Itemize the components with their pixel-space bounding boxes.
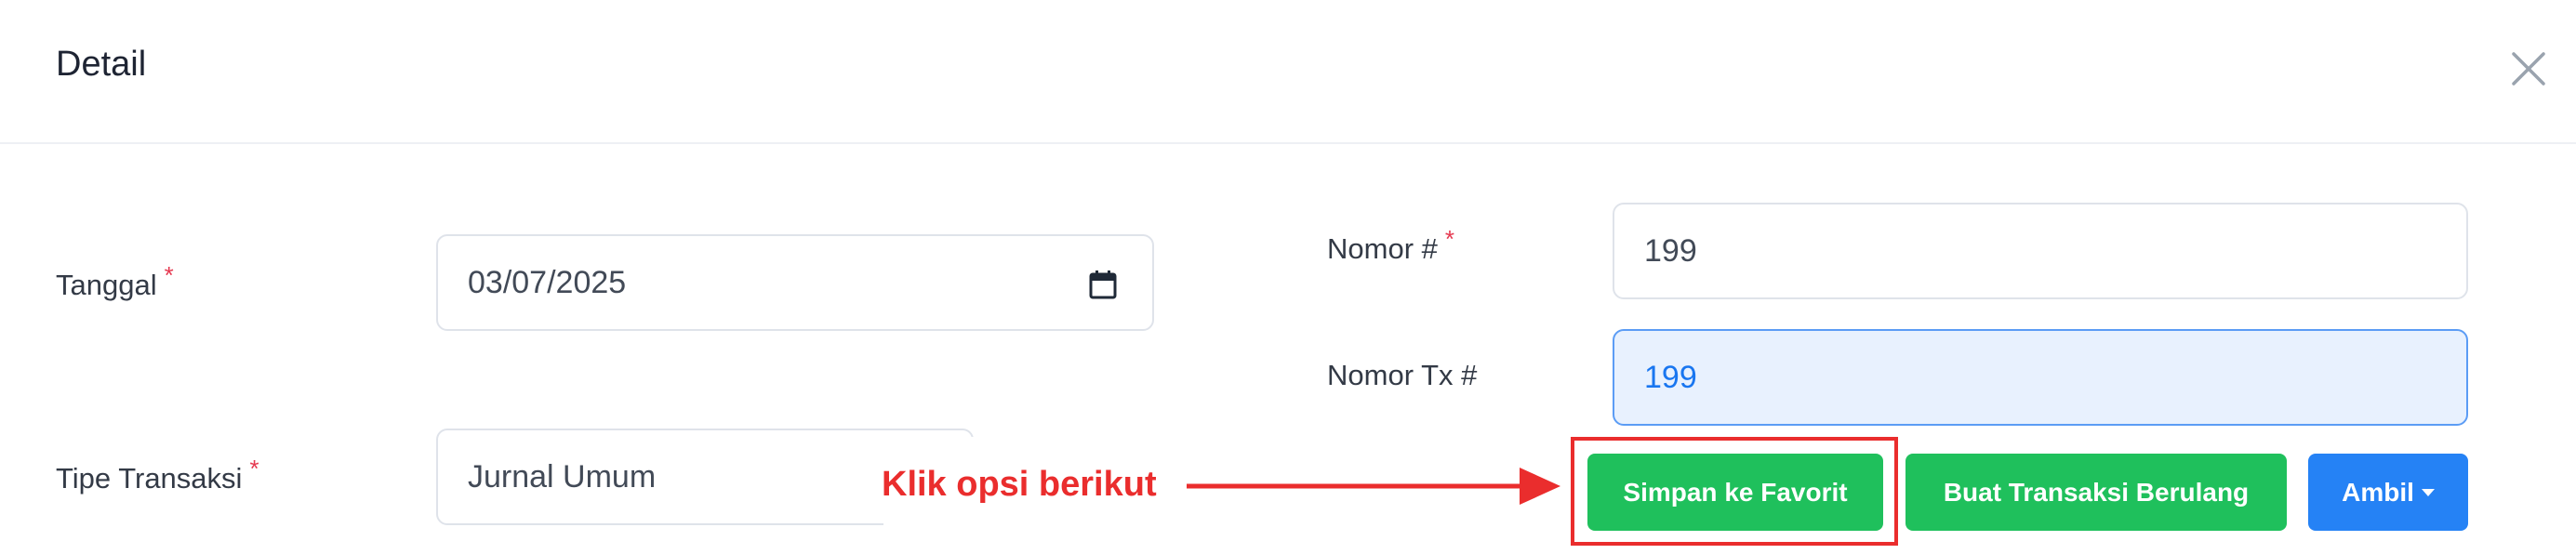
calendar-icon[interactable]: [1089, 270, 1117, 299]
nomor-tx-input[interactable]: 199: [1613, 329, 2468, 426]
required-marker: *: [164, 261, 174, 289]
save-favorite-button[interactable]: Simpan ke Favorit: [1587, 454, 1883, 531]
required-marker: *: [1444, 225, 1454, 253]
ambil-dropdown-button[interactable]: Ambil: [2308, 454, 2468, 531]
close-icon[interactable]: [2506, 46, 2551, 91]
nomor-value: 199: [1644, 232, 1697, 269]
tanggal-date-input[interactable]: 03/07/2025: [436, 234, 1154, 331]
tipe-transaksi-label: Tipe Transaksi *: [56, 455, 259, 495]
ambil-label: Ambil: [2342, 477, 2414, 507]
annotation-text: Klik opsi berikut: [882, 465, 1157, 504]
tanggal-value: 03/07/2025: [468, 264, 627, 300]
arrow-right-icon: [1187, 468, 1560, 505]
tipe-transaksi-value: Jurnal Umum: [468, 458, 657, 495]
nomor-tx-label: Nomor Tx #: [1327, 359, 1478, 391]
dialog-header: Detail: [0, 0, 2576, 144]
dialog-title: Detail: [56, 45, 147, 84]
nomor-label: Nomor # *: [1327, 225, 1454, 265]
required-marker: *: [249, 455, 259, 482]
nomor-input[interactable]: 199: [1613, 203, 2468, 299]
nomor-tx-value: 199: [1644, 359, 1697, 395]
tanggal-label: Tanggal *: [56, 261, 174, 301]
chevron-down-icon: [2421, 488, 2435, 496]
create-recurring-transaction-button[interactable]: Buat Transaksi Berulang: [1905, 454, 2287, 531]
